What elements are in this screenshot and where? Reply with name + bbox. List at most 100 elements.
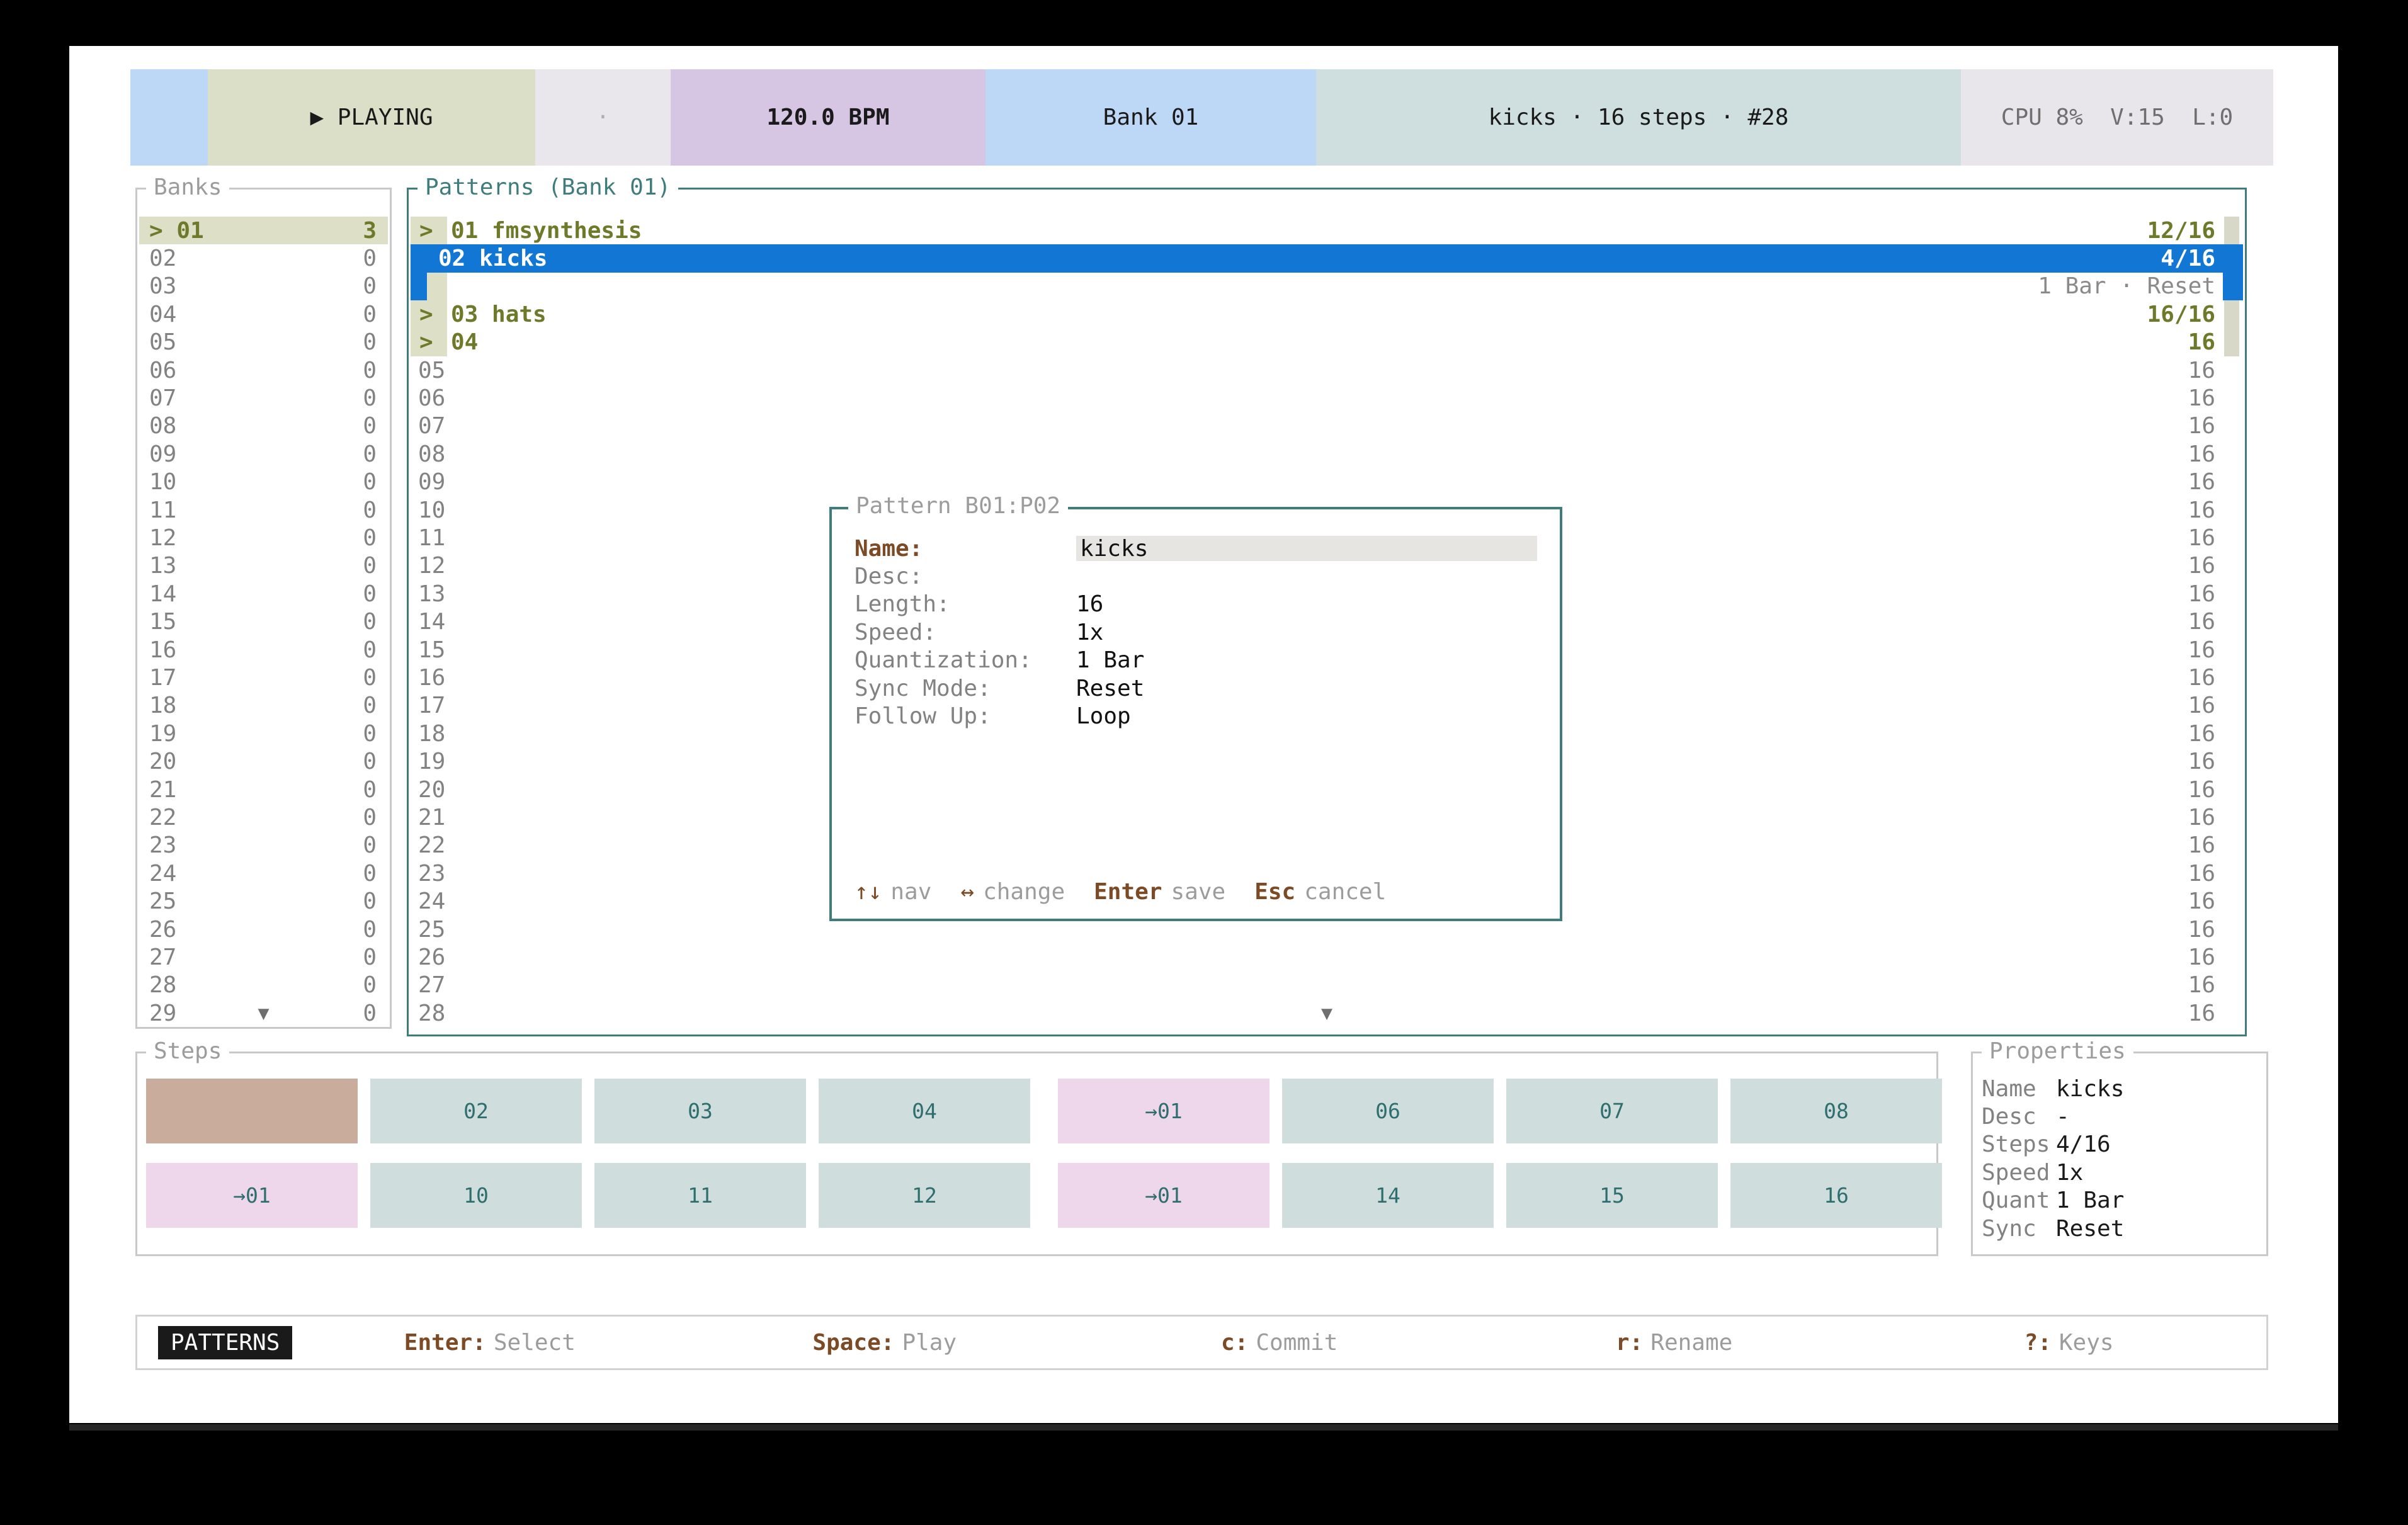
- topbar-dot: ·: [535, 69, 671, 166]
- pattern-row-04[interactable]: >0416: [411, 329, 2243, 356]
- bank-row-label: 07: [149, 385, 176, 411]
- step-cell-9[interactable]: →01: [146, 1163, 358, 1228]
- pattern-row-09[interactable]: 0916: [411, 468, 2243, 496]
- step-cell-1[interactable]: [146, 1079, 358, 1143]
- pattern-sync-summary: 1 Bar · Reset: [2038, 273, 2215, 299]
- pattern-row-07[interactable]: 0716: [411, 412, 2243, 440]
- pattern-row-label: 13: [418, 581, 445, 607]
- pattern-row-05[interactable]: 0516: [411, 356, 2243, 384]
- steps-row-1: 020304→01060708: [146, 1079, 1928, 1143]
- step-cell-14[interactable]: 14: [1282, 1163, 1494, 1228]
- modal-field-syncmode[interactable]: Sync Mode:Reset: [855, 674, 1537, 702]
- bank-row-04[interactable]: 040: [139, 300, 388, 328]
- step-cell-13[interactable]: →01: [1058, 1163, 1269, 1228]
- bank-pattern-count: 0: [363, 441, 377, 467]
- bank-row-22[interactable]: 220: [139, 803, 388, 831]
- bank-row-24[interactable]: 240: [139, 859, 388, 887]
- bank-pattern-count: 0: [363, 777, 377, 803]
- bank-row-10[interactable]: 100: [139, 468, 388, 496]
- bank-row-07[interactable]: 070: [139, 384, 388, 412]
- bank-row-05[interactable]: 050: [139, 329, 388, 356]
- bpm-display: 120.0 BPM: [671, 69, 985, 166]
- status-hint-rename: r:Rename: [1477, 1330, 1871, 1356]
- pattern-step-count: 16: [2188, 721, 2215, 747]
- bank-row-11[interactable]: 110: [139, 496, 388, 524]
- bank-row-14[interactable]: 140: [139, 580, 388, 608]
- bank-row-label: > 01: [149, 218, 204, 244]
- step-cell-3[interactable]: 03: [594, 1079, 806, 1143]
- step-cell-5[interactable]: →01: [1058, 1079, 1269, 1143]
- pattern-row-sub[interactable]: 1 Bar · Reset: [411, 273, 2243, 300]
- bank-row-27[interactable]: 270: [139, 943, 388, 971]
- bank-row-12[interactable]: 120: [139, 524, 388, 552]
- bank-row-15[interactable]: 150: [139, 608, 388, 636]
- pattern-row-28[interactable]: 2816▼: [411, 999, 2243, 1027]
- bank-row-label: 17: [149, 665, 176, 691]
- bank-pattern-count: 0: [363, 917, 377, 943]
- bank-row-28[interactable]: 280: [139, 972, 388, 999]
- step-cell-10[interactable]: 10: [370, 1163, 582, 1228]
- pattern-row-label: 10: [418, 497, 445, 523]
- bank-row-26[interactable]: 260: [139, 916, 388, 943]
- step-cell-2[interactable]: 02: [370, 1079, 582, 1143]
- modal-hint-label: cancel: [1304, 879, 1386, 905]
- bank-row-label: 28: [149, 972, 176, 998]
- step-cell-label: →01: [233, 1183, 271, 1208]
- property-label: Name: [1982, 1076, 2056, 1102]
- modal-field-quantization[interactable]: Quantization:1 Bar: [855, 647, 1537, 674]
- step-cell-4[interactable]: 04: [819, 1079, 1030, 1143]
- step-cell-7[interactable]: 07: [1506, 1079, 1718, 1143]
- modal-field-name[interactable]: Name:kicks: [855, 535, 1537, 562]
- modal-field-desc[interactable]: Desc:: [855, 562, 1537, 590]
- pattern-row-02 kicks[interactable]: 02 kicks4/16: [411, 244, 2243, 272]
- bank-pattern-count: 0: [363, 302, 377, 327]
- pattern-row-01 fmsynthesis[interactable]: >01 fmsynthesis12/16: [411, 217, 2243, 244]
- modal-field-value: 16: [1076, 591, 1537, 617]
- bank-pattern-count: 0: [363, 329, 377, 355]
- modal-field-followup[interactable]: Follow Up:Loop: [855, 702, 1537, 730]
- step-cell-label: 02: [463, 1099, 489, 1123]
- bank-row-16[interactable]: 160: [139, 636, 388, 664]
- step-cell-12[interactable]: 12: [819, 1163, 1030, 1228]
- banks-more-indicator: ▼: [139, 1002, 388, 1024]
- bank-row-17[interactable]: 17 0: [139, 664, 388, 691]
- pattern-step-count: 16: [2188, 609, 2215, 635]
- bank-row-03[interactable]: 030: [139, 273, 388, 300]
- pattern-row-06[interactable]: 0616: [411, 384, 2243, 412]
- bank-row-29[interactable]: 290▼: [139, 999, 388, 1025]
- pattern-row-26[interactable]: 2616: [411, 943, 2243, 971]
- pattern-step-count: 16: [2188, 581, 2215, 607]
- bank-pattern-count: 0: [363, 861, 377, 887]
- bank-row-06[interactable]: 060: [139, 356, 388, 384]
- property-label: Speed: [1982, 1160, 2056, 1186]
- bank-row-19[interactable]: 190: [139, 720, 388, 747]
- pattern-step-count: 16: [2188, 637, 2215, 663]
- bank-row-21[interactable]: 210: [139, 776, 388, 803]
- bank-pattern-count: 0: [363, 832, 377, 858]
- pattern-row-03 hats[interactable]: >03 hats16/16: [411, 300, 2243, 328]
- step-cell-15[interactable]: 15: [1506, 1163, 1718, 1228]
- pattern-row-label: 23: [418, 861, 445, 887]
- bank-pattern-count: 0: [363, 665, 377, 691]
- step-cell-11[interactable]: 11: [594, 1163, 806, 1228]
- bank-row-25[interactable]: 250: [139, 888, 388, 916]
- property-value: 1x: [2056, 1160, 2083, 1186]
- bank-row-18[interactable]: 180: [139, 692, 388, 720]
- bank-row-02[interactable]: 020: [139, 244, 388, 272]
- bank-row-01[interactable]: > 013: [139, 217, 388, 244]
- step-cell-16[interactable]: 16: [1730, 1163, 1942, 1228]
- step-cell-8[interactable]: 08: [1730, 1079, 1942, 1143]
- step-cell-6[interactable]: 06: [1282, 1079, 1494, 1143]
- modal-field-length[interactable]: Length:16: [855, 591, 1537, 618]
- bank-row-23[interactable]: 230: [139, 832, 388, 859]
- pattern-row-label: 09: [418, 469, 445, 495]
- pattern-row-08[interactable]: 0816: [411, 440, 2243, 468]
- pattern-row-27[interactable]: 2716: [411, 972, 2243, 999]
- bank-row-08[interactable]: 080: [139, 412, 388, 440]
- modal-field-speed[interactable]: Speed:1x: [855, 618, 1537, 646]
- bank-row-20[interactable]: 200: [139, 748, 388, 776]
- bank-row-09[interactable]: 090: [139, 440, 388, 468]
- bank-pattern-count: 0: [363, 749, 377, 774]
- name-input[interactable]: kicks: [1076, 536, 1537, 561]
- bank-row-13[interactable]: 130: [139, 552, 388, 580]
